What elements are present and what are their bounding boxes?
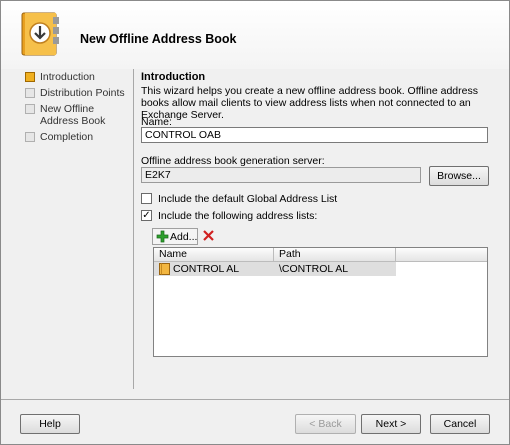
server-input: E2K7 <box>141 167 421 183</box>
vertical-divider <box>133 69 134 389</box>
add-label: Add... <box>170 231 198 243</box>
include-lists-checkbox[interactable]: ✓ <box>141 210 152 221</box>
help-button[interactable]: Help <box>20 414 80 434</box>
browse-button[interactable]: Browse... <box>429 166 489 186</box>
wizard-title: New Offline Address Book <box>80 32 237 46</box>
step-label: New Offline Address Book <box>40 103 106 127</box>
name-input[interactable]: CONTROL OAB <box>141 127 488 143</box>
wizard-steps: Introduction Distribution Points New Off… <box>25 71 129 147</box>
grid-header: Name Path <box>154 248 487 262</box>
column-header-name[interactable]: Name <box>154 248 274 262</box>
step-label: Distribution Points <box>40 87 125 99</box>
section-description: This wizard helps you create a new offli… <box>141 85 478 121</box>
add-button[interactable]: Add... <box>152 228 198 245</box>
step-distribution-points: Distribution Points <box>25 87 129 99</box>
footer-divider <box>1 399 509 400</box>
back-button[interactable]: < Back <box>295 414 356 434</box>
server-label: Offline address book generation server: <box>141 155 325 167</box>
intro-section: Introduction This wizard helps you creat… <box>141 71 491 121</box>
step-icon <box>25 132 35 142</box>
section-title: Introduction <box>141 71 206 83</box>
address-list-icon <box>159 263 170 275</box>
remove-icon[interactable] <box>202 229 215 242</box>
column-header-path[interactable]: Path <box>274 248 396 262</box>
step-introduction: Introduction <box>25 71 129 83</box>
row-path: \CONTROL AL <box>279 263 349 275</box>
step-label: Introduction <box>40 71 95 83</box>
cancel-button[interactable]: Cancel <box>430 414 490 434</box>
add-icon <box>156 230 169 243</box>
wizard-window: New Offline Address Book Introduction Di… <box>0 0 510 445</box>
step-completion: Completion <box>25 131 129 143</box>
wizard-header: New Offline Address Book <box>1 1 509 69</box>
step-icon <box>25 104 35 114</box>
step-icon <box>25 88 35 98</box>
include-lists-label: Include the following address lists: <box>158 210 318 222</box>
table-row[interactable]: CONTROL AL \CONTROL AL <box>154 262 396 276</box>
next-button[interactable]: Next > <box>361 414 421 434</box>
include-gal-checkbox[interactable] <box>141 193 152 204</box>
step-label: Completion <box>40 131 94 143</box>
address-book-icon <box>21 12 59 56</box>
active-step-icon <box>25 72 35 82</box>
include-gal-label: Include the default Global Address List <box>158 193 338 205</box>
step-new-offline-address-book: New Offline Address Book <box>25 103 129 127</box>
row-name: CONTROL AL <box>173 263 240 275</box>
address-lists-grid: Name Path CONTROL AL \CONTROL AL <box>153 247 488 357</box>
